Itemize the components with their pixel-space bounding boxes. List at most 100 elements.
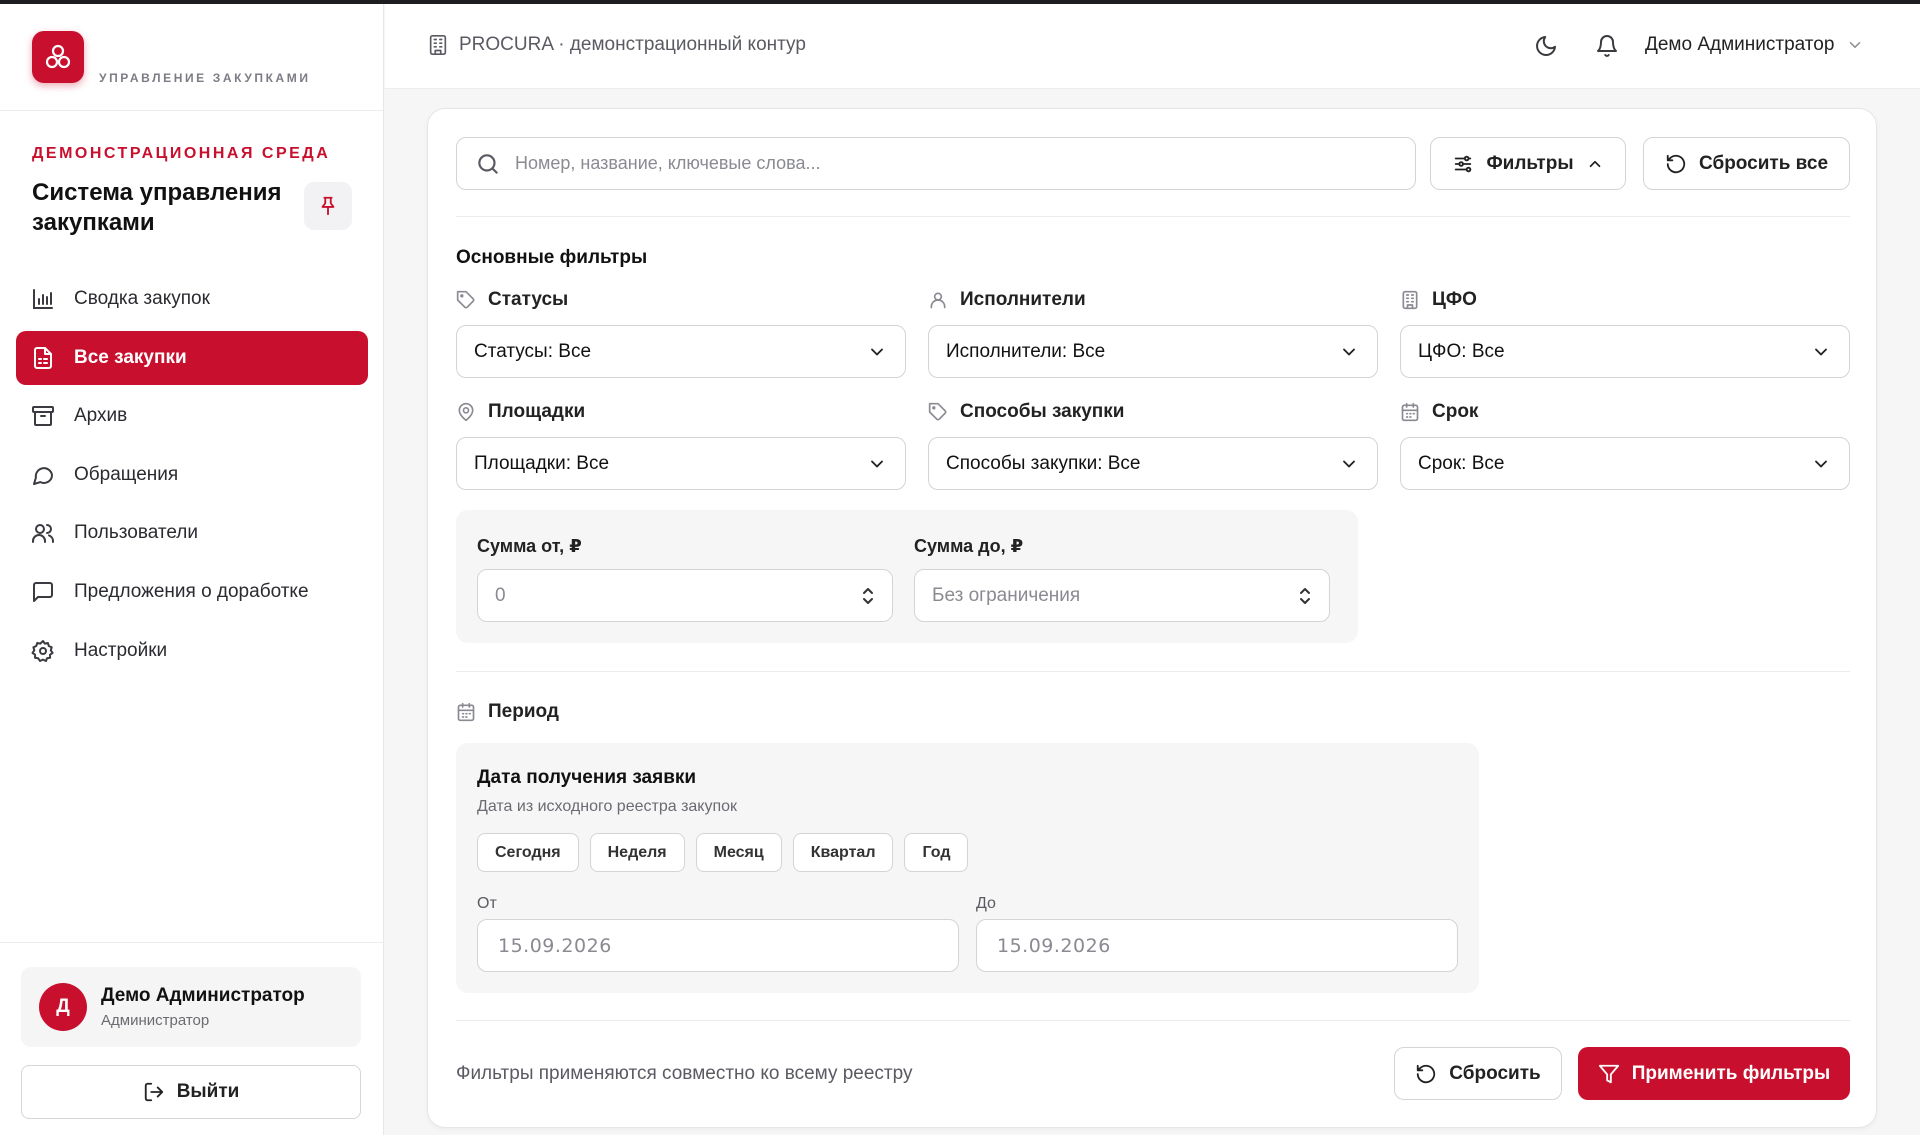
map-pin-icon bbox=[458, 402, 474, 422]
breadcrumb: PROCURA · демонстрационный контур bbox=[427, 34, 806, 56]
top-header: PROCURA · демонстрационный контур Демо А… bbox=[385, 4, 1920, 89]
logout-icon bbox=[144, 1082, 163, 1102]
select-value: Исполнители: Все bbox=[946, 340, 1106, 362]
select-value: Способы закупки: Все bbox=[946, 452, 1141, 474]
building-icon bbox=[429, 35, 447, 55]
date-from-input[interactable]: 15.09.2026 bbox=[477, 919, 959, 972]
reset-all-button[interactable]: Сбросить все bbox=[1643, 137, 1850, 190]
user-name: Демо Администратор bbox=[101, 985, 305, 1006]
select-value: Срок: Все bbox=[1418, 452, 1505, 474]
user-card[interactable]: Д Демо Администратор Администратор bbox=[21, 967, 361, 1047]
tag-icon bbox=[928, 402, 947, 421]
environment-label: ДЕМОНСТРАЦИОННАЯ СРЕДА bbox=[32, 145, 331, 162]
spinner-arrows-icon[interactable] bbox=[860, 585, 876, 607]
moon-icon bbox=[1536, 36, 1556, 56]
date-to-input[interactable]: 15.09.2026 bbox=[976, 919, 1458, 972]
breadcrumb-text: PROCURA · демонстрационный контур bbox=[459, 34, 806, 55]
filters-toggle-button[interactable]: Фильтры bbox=[1430, 137, 1626, 190]
search-field[interactable] bbox=[456, 137, 1416, 190]
amount-range-box: Сумма от, ₽ Сумма до, ₽ 0 Без ограничени… bbox=[456, 510, 1358, 643]
preset-week-button[interactable]: Неделя bbox=[589, 833, 685, 872]
divider bbox=[456, 671, 1850, 672]
search-input[interactable] bbox=[515, 153, 1395, 174]
building-icon bbox=[1402, 290, 1418, 310]
main-filters-title: Основные фильтры bbox=[456, 247, 648, 268]
users-icon bbox=[30, 520, 56, 546]
sidebar-item-suggestions[interactable]: Предложения о доработке bbox=[16, 565, 368, 619]
avatar: Д bbox=[39, 983, 87, 1031]
calendar-icon bbox=[1401, 402, 1419, 422]
period-presets: Сегодня Неделя Месяц Квартал Год bbox=[477, 833, 969, 872]
statuses-label: Статусы bbox=[456, 289, 568, 311]
period-field-title: Дата получения заявки bbox=[477, 767, 697, 788]
sidebar-item-all-purchases[interactable]: Все закупки bbox=[16, 330, 368, 385]
document-list-icon bbox=[30, 345, 56, 371]
statuses-select[interactable]: Статусы: Все bbox=[456, 325, 906, 378]
logo-icon[interactable] bbox=[32, 31, 84, 83]
rotate-ccw-icon bbox=[1666, 154, 1686, 173]
procurement-methods-label: Способы закупки bbox=[928, 401, 1124, 423]
amount-to-placeholder: Без ограничения bbox=[932, 584, 1081, 606]
cfo-label: ЦФО bbox=[1400, 289, 1477, 311]
theme-toggle-button[interactable] bbox=[1532, 32, 1560, 60]
amount-from-placeholder: 0 bbox=[495, 584, 506, 606]
sidebar-nav: Сводка закупок Все закупки Архив Обращен… bbox=[16, 272, 368, 682]
logout-button[interactable]: Выйти bbox=[21, 1065, 361, 1119]
apply-filters-label: Применить фильтры bbox=[1631, 1062, 1831, 1084]
header-user-name: Демо Администратор bbox=[1645, 34, 1835, 55]
filters-panel: Фильтры Сбросить все Основные фильтры Ст… bbox=[427, 108, 1877, 1128]
amount-from-label: Сумма от, ₽ bbox=[477, 536, 582, 556]
date-to-label: До bbox=[976, 895, 996, 912]
period-field-subtitle: Дата из исходного реестра закупок bbox=[477, 798, 738, 815]
preset-month-button[interactable]: Месяц bbox=[695, 833, 782, 872]
divider bbox=[456, 1020, 1850, 1021]
sidebar-item-label: Предложения о доработке bbox=[74, 580, 309, 602]
bar-chart-icon bbox=[30, 286, 56, 312]
amount-from-input[interactable]: 0 bbox=[477, 569, 893, 622]
preset-quarter-button[interactable]: Квартал bbox=[792, 833, 894, 872]
executors-select[interactable]: Исполнители: Все bbox=[928, 325, 1378, 378]
platforms-select[interactable]: Площадки: Все bbox=[456, 437, 906, 490]
chevron-down-icon bbox=[1850, 42, 1861, 48]
procurement-methods-select[interactable]: Способы закупки: Все bbox=[928, 437, 1378, 490]
cfo-select[interactable]: ЦФО: Все bbox=[1400, 325, 1850, 378]
chevron-up-icon bbox=[1589, 160, 1600, 167]
filters-toggle-label: Фильтры bbox=[1486, 152, 1574, 174]
period-section-title: Период bbox=[456, 701, 559, 723]
sidebar-item-users[interactable]: Пользователи bbox=[16, 506, 368, 560]
archive-icon bbox=[30, 403, 56, 429]
amount-to-input[interactable]: Без ограничения bbox=[914, 569, 1330, 622]
apply-filters-button[interactable]: Применить фильтры bbox=[1578, 1047, 1850, 1100]
rotate-ccw-icon bbox=[1417, 1064, 1436, 1083]
search-icon bbox=[478, 153, 498, 174]
sidebar-item-settings[interactable]: Настройки bbox=[16, 624, 368, 678]
spinner-arrows-icon[interactable] bbox=[1297, 585, 1313, 607]
preset-year-button[interactable]: Год bbox=[904, 833, 969, 872]
sidebar-item-archive[interactable]: Архив bbox=[16, 389, 368, 443]
sidebar-item-summary[interactable]: Сводка закупок bbox=[16, 272, 368, 326]
sliders-icon bbox=[1455, 155, 1472, 172]
reset-label: Сбросить bbox=[1449, 1062, 1541, 1084]
notifications-button[interactable] bbox=[1593, 32, 1621, 60]
divider bbox=[456, 216, 1850, 217]
reset-all-label: Сбросить все bbox=[1698, 152, 1829, 174]
deadline-select[interactable]: Срок: Все bbox=[1400, 437, 1850, 490]
period-box: Дата получения заявки Дата из исходного … bbox=[456, 743, 1479, 993]
select-value: Площадки: Все bbox=[474, 452, 610, 474]
footer-note: Фильтры применяются совместно ко всему р… bbox=[456, 1063, 913, 1084]
brand-subtitle: УПРАВЛЕНИЕ ЗАКУПКАМИ bbox=[99, 71, 311, 85]
reset-button[interactable]: Сбросить bbox=[1394, 1047, 1562, 1100]
sidebar-item-requests[interactable]: Обращения bbox=[16, 448, 368, 502]
filter-icon bbox=[1598, 1064, 1619, 1083]
chevron-down-icon bbox=[1815, 460, 1827, 467]
platforms-label: Площадки bbox=[456, 401, 585, 423]
user-menu-button[interactable]: Демо Администратор bbox=[1645, 34, 1864, 56]
pin-sidebar-button[interactable] bbox=[304, 182, 352, 230]
preset-today-button[interactable]: Сегодня bbox=[477, 833, 579, 872]
select-value: Статусы: Все bbox=[474, 340, 592, 362]
system-title: Система управления закупками bbox=[32, 179, 282, 236]
brand-header: УПРАВЛЕНИЕ ЗАКУПКАМИ bbox=[0, 4, 383, 111]
user-role: Администратор bbox=[101, 1012, 210, 1029]
bell-icon bbox=[1597, 35, 1617, 57]
tag-icon bbox=[456, 290, 475, 309]
